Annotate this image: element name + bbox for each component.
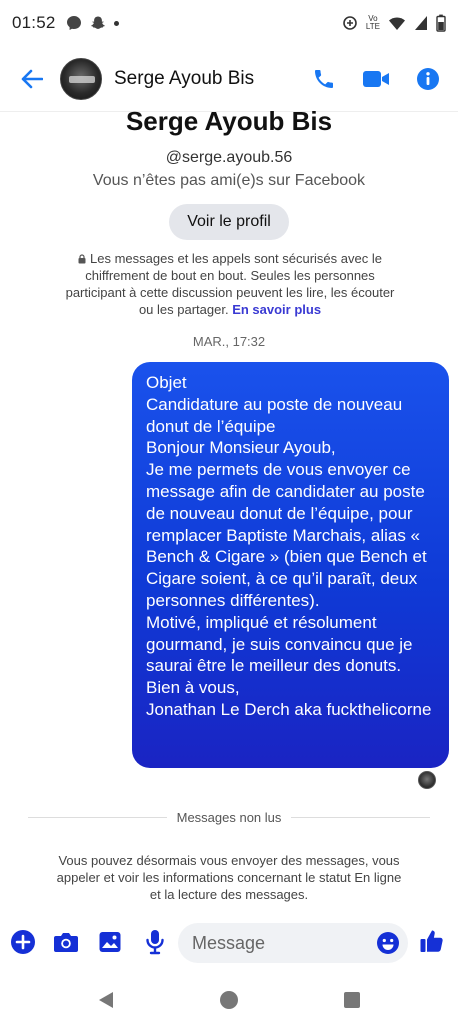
plus-button[interactable] (10, 929, 36, 955)
signal-icon (415, 16, 427, 30)
emoji-icon[interactable] (376, 931, 400, 955)
seen-receipt-avatar (418, 771, 436, 789)
message-input[interactable]: Message (178, 923, 408, 963)
connection-info-notice: Vous pouvez désormais vous envoyer des m… (56, 853, 402, 902)
gallery-button[interactable] (98, 930, 122, 954)
camera-icon (54, 933, 78, 952)
profile-name: Serge Ayoub Bis (125, 106, 333, 136)
encryption-notice: Les messages et les appels sont sécurisé… (60, 250, 400, 318)
camera-button[interactable] (53, 930, 79, 954)
status-time: 01:52 (12, 13, 56, 32)
message-composer: Message (0, 920, 458, 966)
learn-more-link[interactable]: En savoir plus (232, 302, 321, 317)
image-gallery-icon (99, 932, 121, 952)
like-button[interactable] (419, 928, 445, 954)
status-bar: 01:52 Vo LTE (0, 0, 458, 46)
message-placeholder: Message (192, 932, 266, 953)
sent-message-bubble[interactable]: Objet Candidature au poste de nouveau do… (132, 362, 449, 768)
nav-back-icon[interactable] (97, 990, 115, 1010)
friendship-status: Vous n’êtes pas ami(e)s sur Facebook (92, 172, 366, 189)
back-arrow-icon (21, 69, 43, 88)
volte-icon: Vo LTE (366, 15, 380, 31)
divider-line-left (28, 817, 167, 818)
profile-header: Serge Ayoub Bis @serge.ayoub.56 Vous n’ê… (0, 104, 458, 240)
volte-bottom-label: LTE (365, 22, 380, 31)
message-timestamp: MAR., 17:32 (192, 334, 266, 349)
system-navigation-bar (0, 976, 458, 1024)
chat-header: Serge Ayoub Bis (0, 46, 458, 112)
battery-icon (436, 14, 446, 32)
back-button[interactable] (12, 69, 52, 89)
divider-line-right (291, 817, 430, 818)
view-profile-button[interactable]: Voir le profil (169, 204, 289, 240)
microphone-icon (146, 930, 164, 955)
voice-message-button[interactable] (145, 929, 165, 955)
contact-avatar[interactable] (60, 57, 102, 100)
contact-name[interactable]: Serge Ayoub Bis (114, 68, 254, 90)
nav-recents-icon[interactable] (343, 991, 361, 1009)
notification-icons (66, 15, 119, 31)
info-icon[interactable] (416, 67, 440, 91)
plus-icon (11, 930, 35, 954)
messenger-notification-icon (66, 16, 81, 30)
more-notifications-dot (113, 20, 119, 26)
unread-label: Messages non lus (176, 810, 282, 825)
snapchat-notification-icon (90, 16, 105, 29)
thumbs-up-icon (420, 930, 443, 952)
encryption-text: Les messages et les appels sont sécurisé… (65, 251, 395, 317)
lock-icon (78, 254, 86, 264)
system-icons: Vo LTE (342, 14, 446, 32)
unread-divider: Messages non lus (28, 810, 430, 825)
video-call-icon[interactable] (362, 69, 390, 89)
wifi-icon (389, 17, 405, 30)
nav-home-icon[interactable] (219, 990, 239, 1010)
header-actions (312, 67, 440, 91)
phone-call-icon[interactable] (312, 67, 336, 91)
profile-handle: @serge.ayoub.56 (165, 149, 293, 166)
data-saver-icon (343, 16, 357, 30)
